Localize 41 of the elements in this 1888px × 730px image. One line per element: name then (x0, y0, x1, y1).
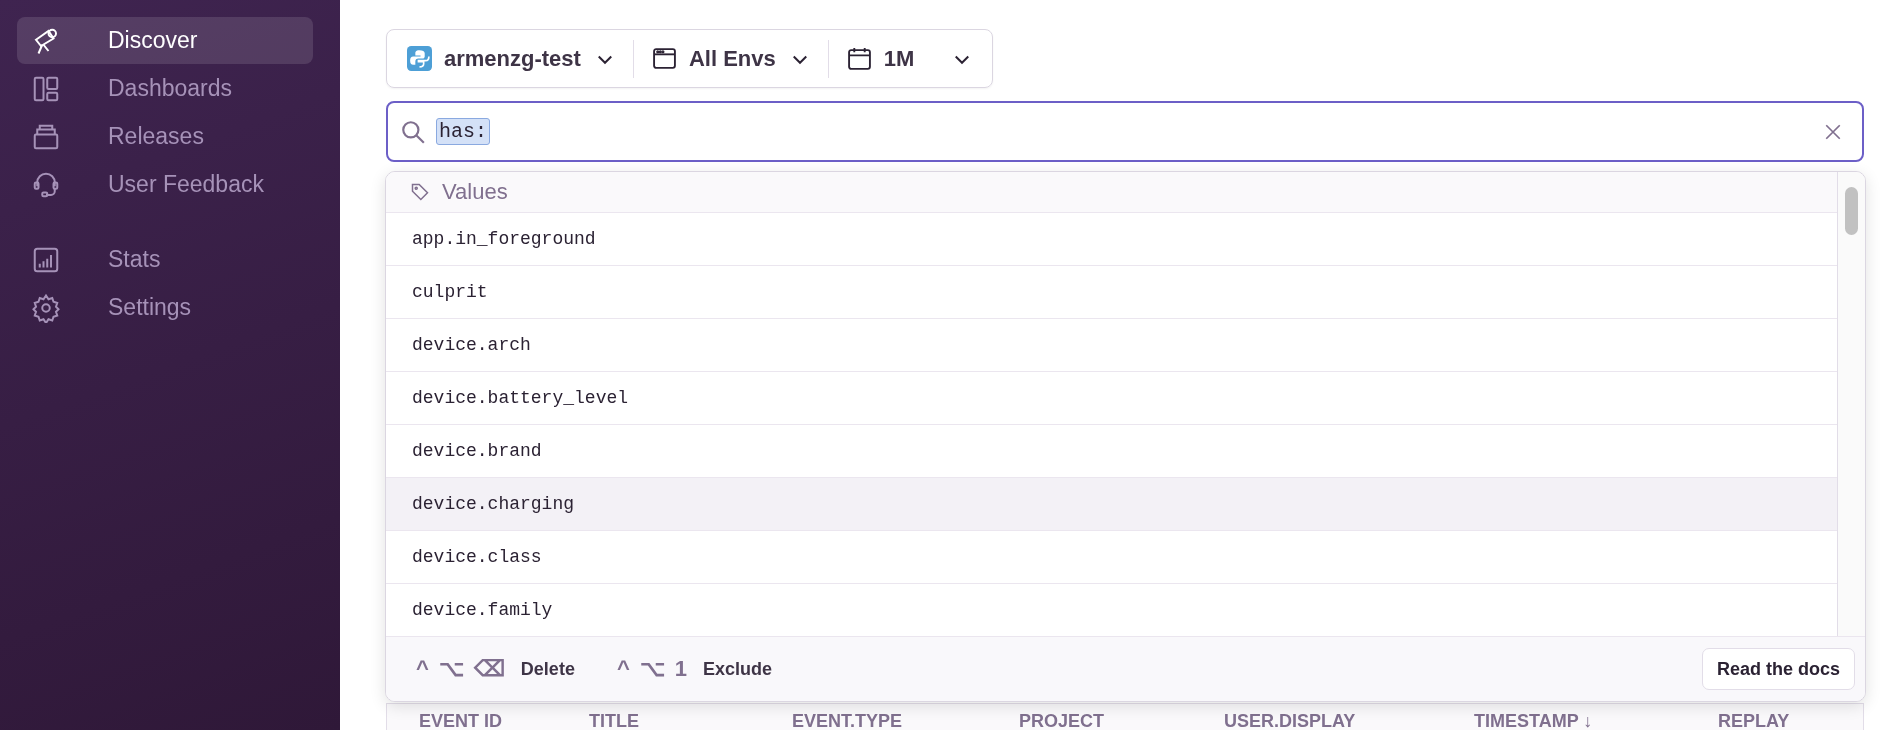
column-header[interactable]: PROJECT (1019, 711, 1224, 730)
column-header[interactable]: TIMESTAMP ↓ (1474, 711, 1718, 730)
close-icon[interactable] (1824, 122, 1842, 141)
suggestion-item[interactable]: device.battery_level (386, 372, 1837, 425)
filter-dropdown[interactable]: All Envs (643, 45, 818, 72)
suggestion-item[interactable]: device.arch (386, 319, 1837, 372)
filter-dropdown[interactable]: 1M (838, 45, 981, 72)
nav-item[interactable]: Settings (17, 284, 313, 331)
search-icon (400, 118, 426, 145)
column-header[interactable]: EVENT ID (419, 711, 589, 730)
section-title: Values (442, 179, 508, 205)
nav-item[interactable]: Discover (17, 17, 313, 64)
column-header[interactable]: EVENT.TYPE (792, 711, 1019, 730)
key-symbol: ^ (416, 656, 429, 682)
docs-button[interactable]: Read the docs (1701, 648, 1855, 690)
browser-window-icon (651, 46, 677, 71)
suggestion-item[interactable]: app.in_foreground (386, 213, 1837, 266)
column-header[interactable]: USER.DISPLAY (1224, 711, 1474, 730)
key-symbol: 1 (674, 656, 687, 682)
nav-item[interactable]: Releases (17, 113, 313, 160)
suggestion-item[interactable]: culprit (386, 266, 1837, 319)
key-symbol: ^ (616, 656, 630, 682)
scrollbar[interactable] (1837, 172, 1865, 636)
search-field[interactable]: has: (386, 101, 1864, 162)
key-symbol: ⌥ (639, 656, 665, 682)
calendar-icon (846, 46, 872, 71)
key-symbol: ⌥ (438, 656, 464, 682)
tag-icon (410, 182, 430, 202)
key-symbol: ⌫ (473, 656, 505, 682)
column-header[interactable]: TITLE (589, 711, 792, 730)
suggestion-item[interactable]: device.charging (386, 478, 1837, 531)
shortcut-label: Exclude (703, 658, 773, 680)
nav-item[interactable]: User Feedback (17, 161, 313, 208)
column-header[interactable]: REPLAY (1718, 711, 1863, 730)
nav-item[interactable]: Stats (17, 236, 313, 283)
suggestion-item[interactable]: device.class (386, 531, 1837, 584)
shortcut-label: Delete (520, 658, 575, 680)
settings-icon (31, 292, 61, 323)
nav-item[interactable]: Dashboards (17, 65, 313, 112)
filter-dropdown[interactable]: armenzg-test (399, 45, 623, 72)
python-icon (407, 46, 432, 71)
